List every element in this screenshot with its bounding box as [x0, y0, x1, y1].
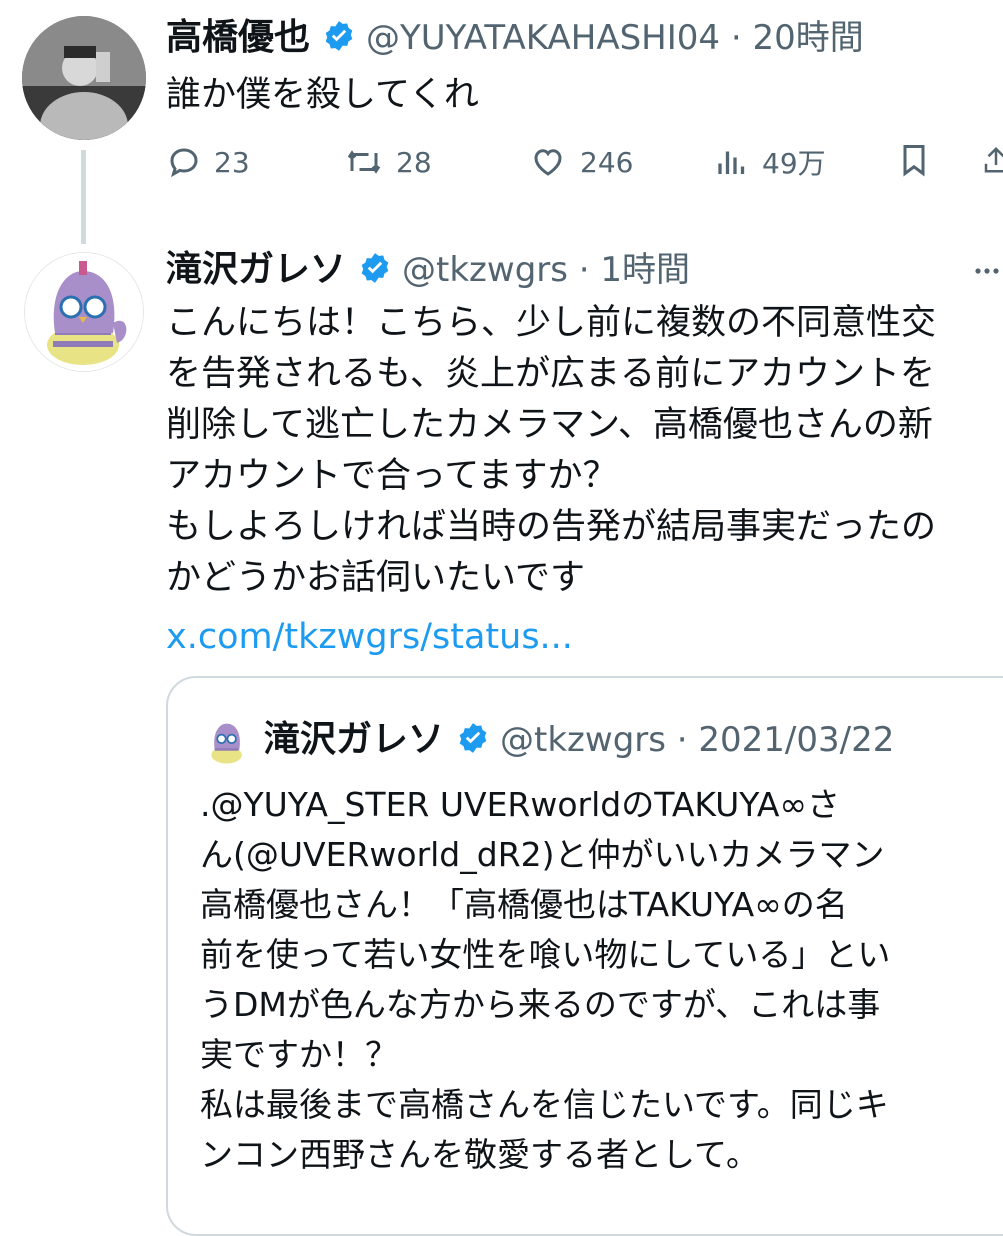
quote-line: 私は最後まで高橋さんを信じたいです。同じキ [200, 1085, 889, 1124]
reply-line: こんにちは！こちら、少し前に複数の不同意性交 [166, 303, 937, 343]
quote-line: 前を使って若い女性を喰い物にしている」とい [200, 935, 891, 974]
quote-line: ん(@UVERworld_dR2)と仲がいいカメラマン [200, 835, 885, 874]
retweet-button[interactable]: 28 [344, 140, 432, 184]
like-count: 246 [580, 145, 634, 179]
handle-time[interactable]: @tkzwgrs · 1時間 [402, 248, 690, 292]
quote-line: .@YUYA_STER UVERworldのTAKUYA∞さ [200, 785, 840, 824]
quote-line: うDMが色んな方から来るのですが、これは事 [200, 985, 881, 1024]
verified-badge-icon [456, 721, 490, 759]
tweet1-text: 誰か僕を殺してくれ [166, 75, 479, 115]
handle-time: @tkzwgrs · 2021/03/22 [500, 720, 895, 760]
tweet1-actions: 23 28 246 49万 [166, 140, 1003, 184]
display-name: 滝沢ガレソ [264, 719, 445, 760]
retweet-icon [347, 150, 381, 174]
reply-line: を告発されるも、炎上が広まる前にアカウントを [166, 354, 935, 394]
display-name[interactable]: 高橋優也 [166, 16, 310, 60]
avatar-garesoo[interactable] [24, 252, 144, 372]
reply-line: かどうかお話伺いたいです [166, 558, 585, 598]
views-count: 49万 [762, 147, 826, 180]
heart-icon [534, 149, 562, 176]
quote-avatar [202, 716, 252, 766]
quote-line: 高橋優也さん！「高橋優也はTAKUYA∞の名 [200, 885, 848, 924]
reply-line: 削除して逃亡したカメラマン、高橋優也さんの新 [166, 405, 933, 445]
quote-header: 滝沢ガレソ @tkzwgrs · 2021/03/22 [264, 718, 894, 762]
tweet1-header: 高橋優也 @YUYATAKAHASHI04 · 20時間 [166, 16, 864, 60]
display-name[interactable]: 滝沢ガレソ [166, 248, 346, 292]
verified-badge-icon [358, 251, 392, 289]
avatar-takahashi[interactable] [22, 16, 146, 140]
like-button[interactable]: 246 [528, 140, 633, 184]
views-icon [718, 151, 745, 174]
status-link[interactable]: x.com/tkzwgrs/status... [166, 612, 936, 663]
reply-line: もしよろしければ当時の告発が結局事実だったの [166, 507, 937, 547]
quote-line: 実ですか！？ [200, 1035, 398, 1074]
bookmark-button[interactable] [896, 140, 932, 184]
reply-button[interactable]: 23 [166, 140, 250, 184]
share-button[interactable] [981, 140, 1003, 184]
retweet-count: 28 [396, 145, 432, 179]
quoted-tweet[interactable]: 滝沢ガレソ @tkzwgrs · 2021/03/22 .@YUYA_STER … [166, 676, 1003, 1236]
reply-body: こんにちは！こちら、少し前に複数の不同意性交 を告発されるも、炎上が広まる前にア… [166, 298, 936, 663]
verified-badge-icon [322, 19, 356, 57]
thread-line [81, 150, 86, 244]
share-icon [984, 146, 1003, 173]
reply-icon [170, 148, 198, 178]
more-options-icon[interactable] [972, 256, 1002, 286]
quote-line: ンコン西野さんを敬愛する者として。 [200, 1135, 760, 1174]
quote-body: .@YUYA_STER UVERworldのTAKUYA∞さ ん(@UVERwo… [200, 780, 890, 1180]
reply-line: アカウントで合ってますか？ [166, 456, 618, 496]
views-button[interactable]: 49万 [714, 140, 826, 184]
reply-header: 滝沢ガレソ @tkzwgrs · 1時間 [166, 248, 690, 292]
handle-time[interactable]: @YUYATAKAHASHI04 · 20時間 [366, 16, 864, 60]
reply-count: 23 [214, 145, 250, 179]
bookmark-icon [903, 145, 925, 177]
